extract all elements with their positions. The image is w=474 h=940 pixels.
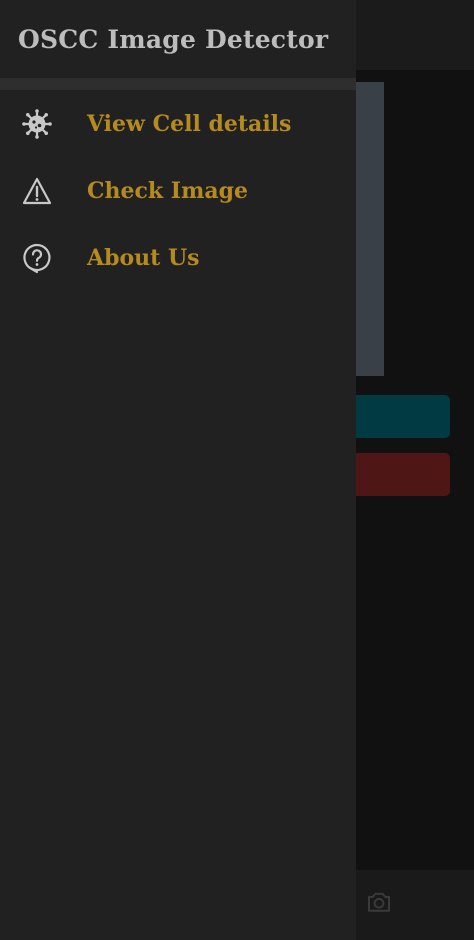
menu-item-label: About Us xyxy=(87,244,200,271)
warning-triangle-icon xyxy=(0,175,87,207)
screen: OSCC Image Detector View Cell details Ch… xyxy=(0,0,474,940)
drawer-header: OSCC Image Detector xyxy=(0,0,356,78)
navigation-drawer: OSCC Image Detector View Cell details Ch… xyxy=(0,0,356,940)
menu-item-view-cell-details[interactable]: View Cell details xyxy=(0,90,356,157)
help-bubble-icon xyxy=(0,242,87,274)
drawer-title: OSCC Image Detector xyxy=(18,24,329,54)
menu-item-label: Check Image xyxy=(87,177,249,204)
menu-item-label: View Cell details xyxy=(87,110,292,137)
camera-icon xyxy=(364,887,394,917)
virus-icon xyxy=(0,108,87,140)
menu-item-check-image[interactable]: Check Image xyxy=(0,157,356,224)
menu-item-about-us[interactable]: About Us xyxy=(0,224,356,291)
drawer-divider xyxy=(0,78,356,90)
drawer-menu: View Cell details Check Image About Us xyxy=(0,90,356,291)
